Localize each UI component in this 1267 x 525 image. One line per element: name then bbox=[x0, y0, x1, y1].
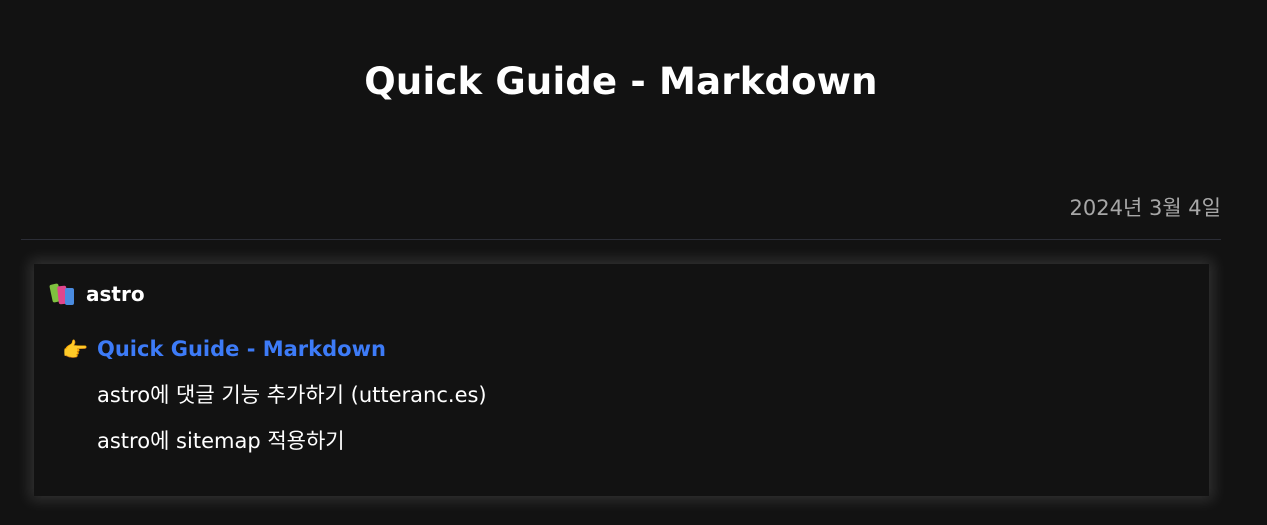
series-item-utterances[interactable]: astro에 댓글 기능 추가하기 (utteranc.es) bbox=[62, 380, 487, 426]
series-item-sitemap[interactable]: astro에 sitemap 적용하기 bbox=[62, 426, 487, 472]
post-title: Quick Guide - Markdown bbox=[364, 60, 878, 103]
post-date: 2024년 3월 4일 bbox=[1069, 196, 1221, 220]
pointing-right-hand-icon: 👉 bbox=[62, 338, 89, 362]
series-header: astro bbox=[49, 280, 145, 308]
series-name: astro bbox=[86, 282, 145, 306]
series-item-label[interactable]: Quick Guide - Markdown bbox=[97, 337, 386, 361]
books-icon bbox=[49, 281, 77, 307]
divider bbox=[21, 239, 1221, 240]
post-page: Quick Guide - Markdown 2024년 3월 4일 astro… bbox=[0, 0, 1267, 525]
series-item-label[interactable]: astro에 sitemap 적용하기 bbox=[97, 429, 345, 453]
series-card: astro 👉 Quick Guide - Markdown astro에 댓글… bbox=[34, 264, 1209, 496]
series-list: 👉 Quick Guide - Markdown astro에 댓글 기능 추가… bbox=[62, 334, 487, 472]
series-item-label[interactable]: astro에 댓글 기능 추가하기 (utteranc.es) bbox=[97, 383, 487, 407]
series-item-quick-guide-markdown[interactable]: 👉 Quick Guide - Markdown bbox=[62, 334, 487, 380]
